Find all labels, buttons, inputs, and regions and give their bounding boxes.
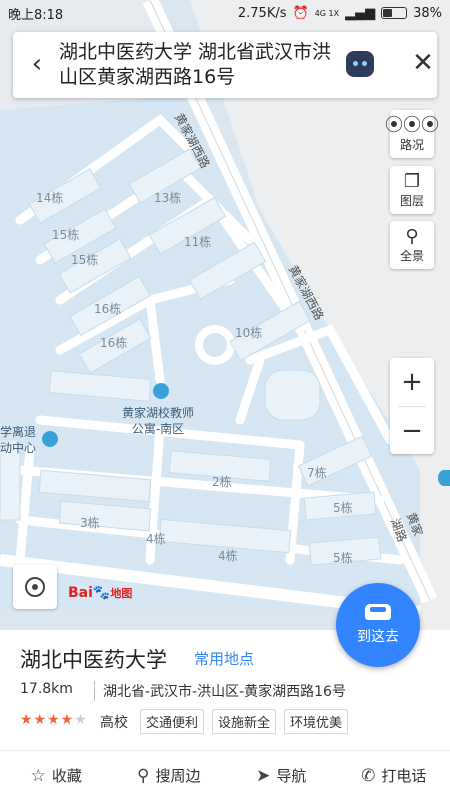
favorite-button[interactable]: ☆ 收藏 [0,751,113,800]
star-icon: ☆ [30,765,46,786]
phone-icon: ✆ [361,765,376,786]
address: 湖北省-武汉市-洪山区-黄家湖西路16号 [94,681,346,701]
map-label: 4栋 [146,532,166,546]
map-screen: 14栋 13栋 15栋 15栋 11栋 16栋 16栋 10栋 7栋 2栋 5栋… [0,0,450,800]
traffic-icon: ⦿⦿⦿ [385,114,439,136]
map-label: 3栋 [80,516,100,530]
poi-label[interactable]: 学离退 动中心 [0,424,36,456]
poi-marker-icon[interactable] [42,431,58,447]
zoom-out-button[interactable]: − [390,407,434,455]
map-label: 15栋 [52,228,80,242]
car-icon [365,604,391,620]
map-label: 2栋 [212,475,232,489]
signal-icon: ▂▄▆ [345,5,376,21]
distance: 17.8km [20,681,73,697]
traffic-label: 路况 [399,137,424,152]
navigate-button[interactable]: ➤ 导航 [225,751,338,800]
rating-stars: ★★★★★ [20,712,88,728]
feature-tags: 交通便利 设施新全 环境优美 [140,709,349,734]
search-nearby-button[interactable]: ⚲ 搜周边 [113,751,226,800]
map-label: 11栋 [184,235,212,249]
map-label: 7栋 [307,466,327,480]
panorama-button[interactable]: ⚲ 全景 [390,221,434,269]
category: 高校 [100,715,128,731]
battery-icon [381,7,408,19]
poi-marker-icon[interactable] [438,470,450,486]
zoom-controls: + − [390,358,434,454]
signal-text: 4G 1X [314,8,340,18]
map-label: 5栋 [333,551,353,565]
poi-label[interactable]: 黄家湖校教师 公寓-南区 [122,405,194,437]
call-button[interactable]: ✆ 打电话 [338,751,450,800]
alarm-icon: ⏰ [292,5,309,21]
panorama-label: 全景 [399,248,424,263]
status-indicators: 2.75K/s ⏰ 4G 1X ▂▄▆ 38% [238,6,442,21]
search-card: ‹ 湖北中医药大学 湖北省武汉市洪山区黄家湖西路16号 ✕ [13,32,437,98]
map-label: 15栋 [71,253,99,267]
assistant-robot-icon[interactable] [346,51,374,77]
battery-percent: 38% [413,5,442,21]
action-bar: ☆ 收藏 ⚲ 搜周边 ➤ 导航 ✆ 打电话 [0,751,450,800]
locate-icon [25,577,45,597]
go-here-button[interactable]: 到这去 [336,583,420,667]
location-pin-icon: ⚲ [405,225,419,247]
place-name: 湖北中医药大学 [20,648,167,672]
layers-button[interactable]: ❐ 图层 [390,166,434,214]
traffic-button[interactable]: ⦿⦿⦿ 路况 [385,110,439,158]
close-icon[interactable]: ✕ [408,48,438,78]
poi-marker-icon[interactable] [153,383,169,399]
locate-button[interactable] [13,565,57,609]
paw-icon: 🐾 [92,585,111,601]
search-title[interactable]: 湖北中医药大学 湖北省武汉市洪山区黄家湖西路16号 [59,40,349,90]
map-label: 10栋 [235,326,263,340]
zoom-in-button[interactable]: + [390,358,434,406]
frequent-place-link[interactable]: 常用地点 [194,648,254,669]
network-speed: 2.75K/s [237,5,287,21]
map-label: 16栋 [94,302,122,316]
map-label: 13栋 [154,191,182,205]
map-label: 16栋 [100,336,128,350]
layers-icon: ❐ [403,170,421,192]
status-bar: 晚上8:18 2.75K/s ⏰ 4G 1X ▂▄▆ 38% [0,0,450,26]
go-here-label: 到这去 [357,629,399,645]
location-pin-icon: ⚲ [137,765,150,786]
navigation-arrow-icon: ➤ [256,765,271,786]
map-label: 14栋 [36,191,64,205]
feature-tag: 环境优美 [284,709,349,734]
feature-tag: 交通便利 [140,709,205,734]
map-label: 4栋 [218,549,238,563]
layers-label: 图层 [399,193,424,208]
feature-tag: 设施新全 [212,709,277,734]
status-time: 晚上8:18 [8,7,64,23]
back-arrow-icon[interactable]: ‹ [23,50,51,78]
map-label: 5栋 [333,501,353,515]
baidu-logo: Bai🐾地图 [68,585,133,601]
